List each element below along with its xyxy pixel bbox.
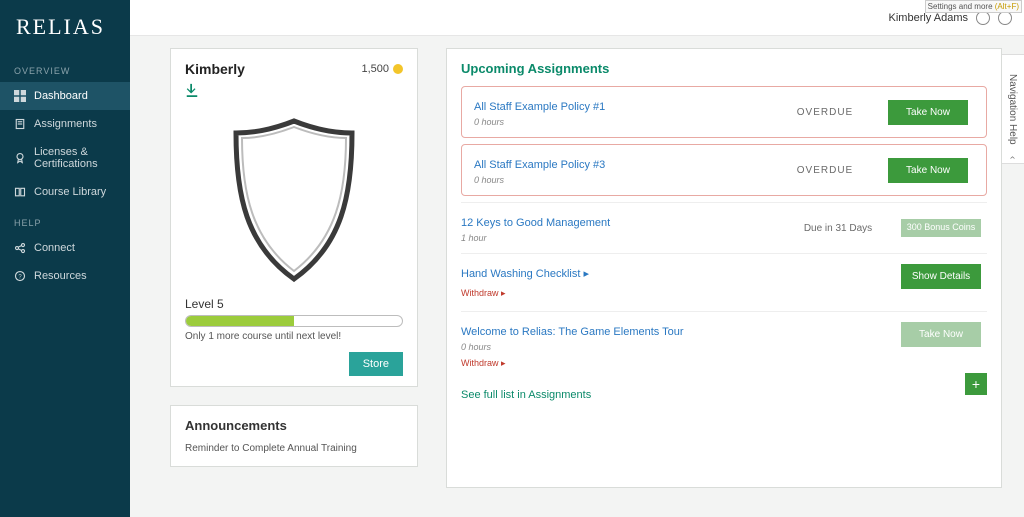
upcoming-heading: Upcoming Assignments bbox=[461, 61, 987, 76]
add-assignment-button[interactable]: + bbox=[965, 373, 987, 395]
level-label: Level 5 bbox=[185, 297, 403, 311]
show-details-button[interactable]: Show Details bbox=[901, 264, 981, 289]
left-column: Kimberly 1,500 Level 5 Only 1 more cours… bbox=[170, 48, 418, 517]
assignments-icon bbox=[14, 118, 26, 130]
assignment-row: All Staff Example Policy #3 0 hours OVER… bbox=[461, 144, 987, 196]
bonus-coins-button[interactable]: 300 Bonus Coins bbox=[901, 219, 981, 237]
sidebar-item-assignments[interactable]: Assignments bbox=[0, 110, 130, 138]
take-now-button[interactable]: Take Now bbox=[901, 322, 981, 347]
sidebar-item-label: Resources bbox=[34, 270, 87, 282]
level-shield bbox=[185, 97, 403, 291]
assignment-row: Hand Washing Checklist ▸ Withdraw ▸ Show… bbox=[461, 253, 987, 311]
withdraw-link[interactable]: Withdraw ▸ bbox=[461, 358, 506, 369]
profile-name: Kimberly bbox=[185, 61, 245, 77]
take-now-button[interactable]: Take Now bbox=[888, 100, 968, 125]
assignment-title-link[interactable]: All Staff Example Policy #1 bbox=[474, 101, 605, 113]
dashboard-icon bbox=[14, 90, 26, 102]
sidebar-item-label: Connect bbox=[34, 242, 75, 254]
upcoming-assignments-card: Upcoming Assignments All Staff Example P… bbox=[446, 48, 1002, 488]
svg-text:?: ? bbox=[18, 274, 22, 280]
assignment-status: OVERDUE bbox=[770, 107, 880, 118]
assignment-duration: 0 hours bbox=[461, 342, 775, 352]
right-column: Upcoming Assignments All Staff Example P… bbox=[446, 48, 1002, 517]
sidebar-item-label: Dashboard bbox=[34, 90, 88, 102]
sidebar-item-connect[interactable]: Connect bbox=[0, 234, 130, 262]
level-progress-bar bbox=[185, 315, 403, 327]
assignment-title-link[interactable]: All Staff Example Policy #3 bbox=[474, 159, 605, 171]
assignment-row: 12 Keys to Good Management 1 hour Due in… bbox=[461, 202, 987, 253]
assignment-duration: 0 hours bbox=[474, 175, 762, 185]
sidebar-item-library[interactable]: Course Library bbox=[0, 178, 130, 206]
assignment-due: Due in 31 Days bbox=[783, 223, 893, 234]
assignment-row: Welcome to Relias: The Game Elements Tou… bbox=[461, 311, 987, 381]
brand-logo: RELIAS bbox=[0, 0, 130, 54]
assignment-duration: 1 hour bbox=[461, 233, 775, 243]
browser-settings-hint: Settings and more (Alt+F) bbox=[925, 0, 1022, 13]
assignment-status: OVERDUE bbox=[770, 165, 880, 176]
library-icon bbox=[14, 186, 26, 198]
take-now-button[interactable]: Take Now bbox=[888, 158, 968, 183]
sidebar-item-dashboard[interactable]: Dashboard bbox=[0, 82, 130, 110]
sidebar-heading-overview: OVERVIEW bbox=[0, 54, 130, 82]
main-content: Kimberly 1,500 Level 5 Only 1 more cours… bbox=[130, 36, 1024, 517]
see-full-list-link[interactable]: See full list in Assignments bbox=[461, 389, 591, 401]
level-progress-message: Only 1 more course until next level! bbox=[185, 331, 403, 342]
sidebar-item-licenses[interactable]: Licenses & Certifications bbox=[0, 138, 130, 178]
sidebar-item-label: Assignments bbox=[34, 118, 97, 130]
coin-icon bbox=[393, 64, 403, 74]
assignment-title-link[interactable]: Welcome to Relias: The Game Elements Tou… bbox=[461, 326, 684, 338]
profile-card: Kimberly 1,500 Level 5 Only 1 more cours… bbox=[170, 48, 418, 387]
download-icon[interactable] bbox=[185, 83, 403, 97]
announcements-heading: Announcements bbox=[185, 418, 403, 433]
assignment-title-link[interactable]: Hand Washing Checklist ▸ bbox=[461, 268, 589, 280]
announcement-item[interactable]: Reminder to Complete Annual Training bbox=[185, 443, 403, 454]
assignment-row: All Staff Example Policy #1 0 hours OVER… bbox=[461, 86, 987, 138]
sidebar-heading-help: HELP bbox=[0, 206, 130, 234]
store-button[interactable]: Store bbox=[349, 352, 403, 376]
sidebar-item-resources[interactable]: ? Resources bbox=[0, 262, 130, 290]
withdraw-link[interactable]: Withdraw ▸ bbox=[461, 288, 506, 299]
sidebar-item-label: Licenses & Certifications bbox=[34, 146, 120, 170]
licenses-icon bbox=[14, 152, 26, 164]
assignment-title-link[interactable]: 12 Keys to Good Management bbox=[461, 217, 610, 229]
assignment-duration: 0 hours bbox=[474, 117, 762, 127]
sidebar-item-label: Course Library bbox=[34, 186, 106, 198]
share-icon bbox=[14, 242, 26, 254]
sidebar: RELIAS OVERVIEW Dashboard Assignments Li… bbox=[0, 0, 130, 517]
announcements-card: Announcements Reminder to Complete Annua… bbox=[170, 405, 418, 467]
coin-balance: 1,500 bbox=[361, 63, 403, 75]
help-icon: ? bbox=[14, 270, 26, 282]
user-name[interactable]: Kimberly Adams bbox=[889, 12, 968, 24]
top-header: Settings and more (Alt+F) Kimberly Adams bbox=[130, 0, 1024, 36]
